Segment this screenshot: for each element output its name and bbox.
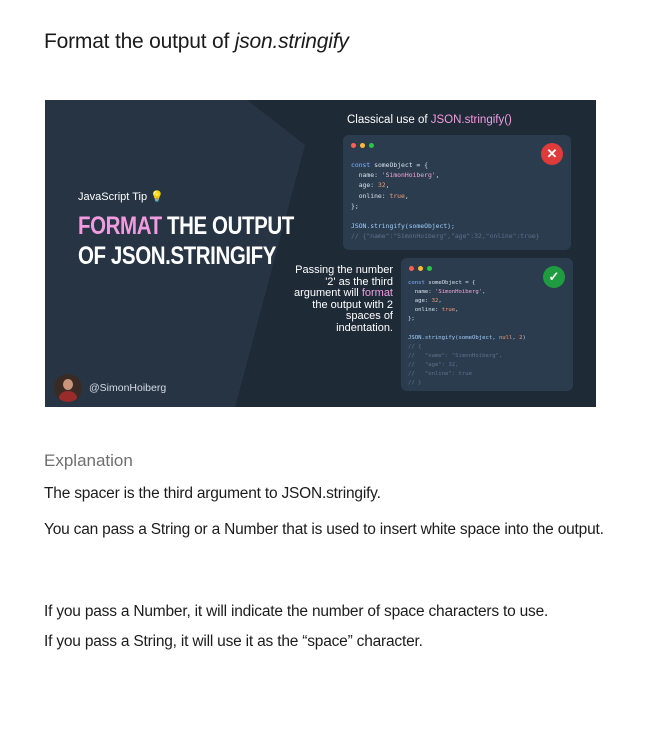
formatted-code-window: ✓ const someObject = { name: 'SimonHoibe… <box>401 258 573 391</box>
classic-use-title: Classical use of JSON.stringify() <box>347 114 512 126</box>
maximize-dot-icon <box>369 143 374 148</box>
code-comment: // { <box>408 343 422 350</box>
window-controls <box>351 143 374 148</box>
code-key: age: <box>408 298 432 305</box>
headline-highlight: FORMAT <box>78 212 162 240</box>
classic-title-text: Classical use of <box>347 114 431 126</box>
code-comment: // "online": true <box>408 370 472 377</box>
explanation-paragraph: If you pass a String, it will use it as … <box>44 633 423 650</box>
code-call: JSON.stringify(someObject, <box>408 334 499 341</box>
page-title-code: json.stringify <box>234 30 349 53</box>
code-keyword: const <box>351 161 371 169</box>
classic-code-window: ✕ const someObject = { name: 'SimonHoibe… <box>343 135 571 250</box>
code-punct: , <box>482 289 486 296</box>
explanation-paragraph: You can pass a String or a Number that i… <box>44 521 604 538</box>
avatar <box>54 374 82 402</box>
caption-highlight: format <box>361 287 393 299</box>
author-handle: @SimonHoiberg <box>89 382 167 394</box>
close-dot-icon <box>351 143 356 148</box>
explanation-paragraph: The spacer is the third argument to JSON… <box>44 485 381 502</box>
explanation-heading: Explanation <box>44 451 133 470</box>
code-text: }; <box>351 201 359 210</box>
code-key: online: <box>408 307 442 314</box>
minimize-dot-icon <box>418 266 423 271</box>
code-punct: , <box>438 298 442 305</box>
code-number: 32 <box>377 181 386 190</box>
caption-line: indentation. <box>336 321 393 334</box>
caption-line: argument will format <box>273 287 393 300</box>
code-key: name: <box>351 171 382 180</box>
classic-title-code: JSON.stringify() <box>430 114 512 126</box>
code-comment: // "name": "SimonHoiberg", <box>408 352 503 359</box>
x-icon: ✕ <box>541 143 563 165</box>
minimize-dot-icon <box>360 143 365 148</box>
code-string: 'SimonHoiberg' <box>434 289 483 296</box>
caption-text: argument will <box>293 287 362 299</box>
classic-code: const someObject = { name: 'SimonHoiberg… <box>351 160 540 242</box>
code-punct: , <box>435 171 440 180</box>
window-controls <box>409 266 432 271</box>
author: @SimonHoiberg <box>54 374 166 402</box>
code-boolean: true <box>441 307 456 314</box>
close-dot-icon <box>409 266 414 271</box>
tip-image-card: JavaScript Tip 💡 FORMAT THE OUTPUT OF JS… <box>45 100 596 407</box>
code-punct: , <box>404 191 409 200</box>
caption-line: spaces of <box>345 310 393 322</box>
tip-label: JavaScript Tip 💡 <box>78 190 164 203</box>
maximize-dot-icon <box>427 266 432 271</box>
code-key: name: <box>408 289 435 296</box>
caption-line: Passing the number <box>295 264 393 276</box>
code-punct: , <box>455 307 459 314</box>
code-comment: // {"name":"SimonHoiberg","age":32,"onli… <box>351 232 540 241</box>
code-text: someObject = { <box>424 280 476 286</box>
code-comment: // "age": 32, <box>408 361 459 368</box>
code-text: }; <box>408 316 415 323</box>
code-boolean: true <box>389 191 405 200</box>
code-comment: // } <box>408 380 422 387</box>
page-title: Format the output of json.stringify <box>44 30 349 54</box>
headline-line2: OF JSON.STRINGIFY <box>78 242 277 270</box>
code-keyword: const <box>408 280 425 286</box>
card-headline: FORMAT THE OUTPUT OF JSON.STRINGIFY <box>78 211 294 271</box>
page-title-text: Format the output of <box>44 30 235 53</box>
code-string: 'SimonHoiberg' <box>381 171 436 180</box>
code-key: age: <box>351 181 378 190</box>
code-text: someObject = { <box>370 161 428 169</box>
formatted-code: const someObject = { name: 'SimonHoiberg… <box>408 279 526 388</box>
explanation-caption: Passing the number '2' as the third argu… <box>273 264 393 334</box>
code-null: null <box>498 334 513 341</box>
tip-label-text: JavaScript Tip <box>78 191 148 203</box>
code-punct: ) <box>522 334 526 341</box>
headline-line1: THE OUTPUT <box>161 212 294 240</box>
code-punct: , <box>385 181 390 190</box>
lightbulb-icon: 💡 <box>150 191 164 203</box>
code-key: online: <box>351 191 390 200</box>
explanation-paragraph: If you pass a Number, it will indicate t… <box>44 603 549 620</box>
code-call: JSON.stringify(someObject); <box>351 222 455 231</box>
checkmark-icon: ✓ <box>543 266 565 288</box>
